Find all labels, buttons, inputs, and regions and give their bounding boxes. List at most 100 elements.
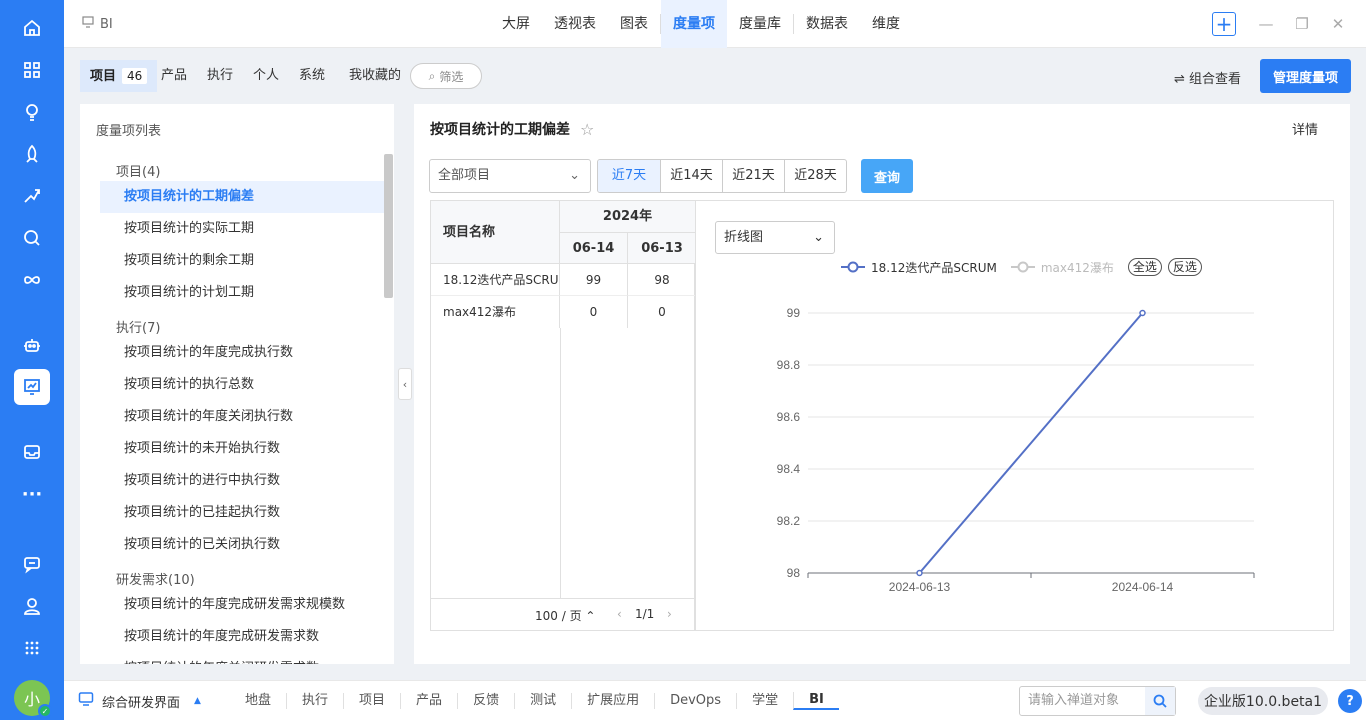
filter-tab-system[interactable]: 系统 xyxy=(299,60,325,92)
next-page-icon[interactable]: › xyxy=(667,607,672,621)
filter-tab-project[interactable]: 项目 46 xyxy=(80,60,158,92)
column-header-year: 2024年 xyxy=(560,201,695,233)
detail-link[interactable]: 详情 xyxy=(1292,119,1318,138)
x-tick-label: 2024-06-13 xyxy=(889,580,951,594)
prev-page-icon[interactable]: ‹ xyxy=(617,607,622,621)
list-item[interactable]: 按项目统计的实际工期 xyxy=(100,213,384,245)
bottom-tab-project[interactable]: 项目 xyxy=(343,693,400,709)
list-item[interactable]: 按项目统计的未开始执行数 xyxy=(100,433,384,465)
list-item[interactable]: 按项目统计的工期偏差 xyxy=(100,181,384,213)
tab-chart[interactable]: 图表 xyxy=(608,0,660,48)
infinity-icon[interactable] xyxy=(14,262,50,298)
combo-view-label: 组合查看 xyxy=(1189,72,1242,87)
legend-item-series-1[interactable]: 18.12迭代产品SCRUM xyxy=(841,259,997,276)
filter-search-button[interactable]: ⌕ 筛选 xyxy=(410,63,482,89)
bottom-tab-devops[interactable]: DevOps xyxy=(654,693,736,709)
list-item[interactable]: 按项目统计的年度关闭执行数 xyxy=(100,401,384,433)
restore-icon[interactable]: ❐ xyxy=(1290,12,1314,36)
bottom-bar: 综合研发界面 ▲ 地盘 执行 项目 产品 反馈 测试 扩展应用 DevOps 学… xyxy=(64,680,1366,720)
tab-metric-library[interactable]: 度量库 xyxy=(727,0,793,48)
bi-chart-icon[interactable] xyxy=(14,369,50,405)
list-item[interactable]: 按项目统计的年度完成研发需求数 xyxy=(100,621,384,653)
select-all-button[interactable]: 全选 xyxy=(1127,258,1162,276)
range-28d[interactable]: 近28天 xyxy=(784,160,846,192)
top-bar: BI 大屏 透视表 图表 度量项 度量库 数据表 维度 + — ❐ ✕ xyxy=(64,0,1366,48)
project-select[interactable]: 全部项目 ⌄ xyxy=(429,159,591,193)
lightbulb-icon[interactable] xyxy=(14,94,50,130)
rocket-icon[interactable] xyxy=(14,136,50,172)
robot-icon[interactable] xyxy=(14,328,50,364)
legend-item-series-2[interactable]: max412瀑布 xyxy=(1010,259,1114,276)
tab-datatable[interactable]: 数据表 xyxy=(794,0,860,48)
more-icon[interactable]: ··· xyxy=(14,476,50,512)
group-project[interactable]: 项目(4) xyxy=(116,161,160,180)
bottom-tab-extensions[interactable]: 扩展应用 xyxy=(571,693,654,709)
range-21d[interactable]: 近21天 xyxy=(722,160,784,192)
dots-grid-icon[interactable] xyxy=(14,630,50,666)
bottom-tab-dashboard[interactable]: 地盘 xyxy=(230,693,286,709)
list-item[interactable]: 按项目统计的计划工期 xyxy=(100,277,384,309)
search-icon[interactable] xyxy=(1145,687,1175,715)
collapse-panel-icon[interactable]: ‹ xyxy=(398,368,412,400)
list-item[interactable]: 按项目统计的已关闭执行数 xyxy=(100,529,384,561)
group-requirements[interactable]: 研发需求(10) xyxy=(116,569,195,588)
bottom-tab-feedback[interactable]: 反馈 xyxy=(457,693,514,709)
edition-badge[interactable]: 企业版10.0.beta1 xyxy=(1198,687,1328,715)
combo-view-button[interactable]: ⇌ 组合查看 xyxy=(1174,68,1241,87)
bottom-tab-product[interactable]: 产品 xyxy=(400,693,457,709)
scrollbar-thumb[interactable] xyxy=(384,154,393,298)
bottom-tab-academy[interactable]: 学堂 xyxy=(736,693,793,709)
close-icon[interactable]: ✕ xyxy=(1326,12,1350,36)
add-icon[interactable]: + xyxy=(1212,12,1236,36)
list-item[interactable]: 按项目统计的进行中执行数 xyxy=(100,465,384,497)
bottom-tab-execution[interactable]: 执行 xyxy=(286,693,343,709)
global-search-input[interactable]: 请输入禅道对象 xyxy=(1019,686,1176,716)
star-icon[interactable]: ☆ xyxy=(580,120,594,139)
range-14d[interactable]: 近14天 xyxy=(660,160,722,192)
filter-tab-favorites[interactable]: 我收藏的 xyxy=(349,60,401,92)
apps-grid-icon[interactable] xyxy=(14,52,50,88)
chart-type-select[interactable]: 折线图 ⌄ xyxy=(715,221,835,254)
bottom-tab-bi[interactable]: BI xyxy=(793,692,839,710)
list-item[interactable]: 按项目统计的剩余工期 xyxy=(100,245,384,277)
list-item[interactable]: 按项目统计的年度完成执行数 xyxy=(100,337,384,369)
y-tick-label: 98.6 xyxy=(777,410,801,424)
minimize-icon[interactable]: — xyxy=(1254,12,1278,36)
bottom-tab-test[interactable]: 测试 xyxy=(514,693,571,709)
chart-area: 折线图 ⌄ 18.12迭代产品SCRUM max412瀑布 全选 反选 98 98.… xyxy=(695,200,1334,631)
list-item[interactable]: 按项目统计的年度关闭研发需求数 xyxy=(100,653,384,664)
page-size-select[interactable]: 100 / 页 ⌃ xyxy=(535,607,595,624)
filter-tab-label: 项目 xyxy=(90,69,117,84)
tab-dimension[interactable]: 维度 xyxy=(860,0,912,48)
tab-screen[interactable]: 大屏 xyxy=(490,0,542,48)
project-select-value: 全部项目 xyxy=(438,168,491,183)
filter-tab-execution[interactable]: 执行 xyxy=(207,60,233,92)
query-button[interactable]: 查询 xyxy=(861,159,913,193)
data-point xyxy=(916,569,923,577)
list-item[interactable]: 按项目统计的已挂起执行数 xyxy=(100,497,384,529)
tab-metrics[interactable]: 度量项 xyxy=(661,0,727,48)
chat-icon[interactable] xyxy=(14,546,50,582)
range-7d[interactable]: 近7天 xyxy=(598,160,660,192)
list-item[interactable]: 按项目统计的执行总数 xyxy=(100,369,384,401)
table-cell: 98 xyxy=(628,264,696,296)
chart-legend: 18.12迭代产品SCRUM max412瀑布 全选 反选 xyxy=(841,258,1202,276)
list-item[interactable]: 按项目统计的年度完成研发需求规模数 xyxy=(100,589,384,621)
pagination: 100 / 页 ⌃ ‹ 1/1 › xyxy=(431,598,694,631)
filter-tab-personal[interactable]: 个人 xyxy=(253,60,279,92)
app-title-text: BI xyxy=(100,16,113,32)
search-bug-icon[interactable] xyxy=(14,220,50,256)
tab-pivot[interactable]: 透视表 xyxy=(542,0,608,48)
workspace-switcher[interactable]: 综合研发界面 ▲ xyxy=(78,691,201,711)
inbox-icon[interactable] xyxy=(14,434,50,470)
home-icon[interactable] xyxy=(14,10,50,46)
filter-tab-product[interactable]: 产品 xyxy=(161,60,187,92)
column-header-name: 项目名称 xyxy=(431,201,560,264)
invert-selection-button[interactable]: 反选 xyxy=(1167,258,1202,276)
avatar[interactable]: 小 ✓ xyxy=(14,680,52,718)
sprint-icon[interactable] xyxy=(14,178,50,214)
manage-metrics-button[interactable]: 管理度量项 xyxy=(1260,59,1351,93)
user-icon[interactable] xyxy=(14,588,50,624)
help-icon[interactable]: ? xyxy=(1338,689,1362,713)
group-execution[interactable]: 执行(7) xyxy=(116,317,160,336)
